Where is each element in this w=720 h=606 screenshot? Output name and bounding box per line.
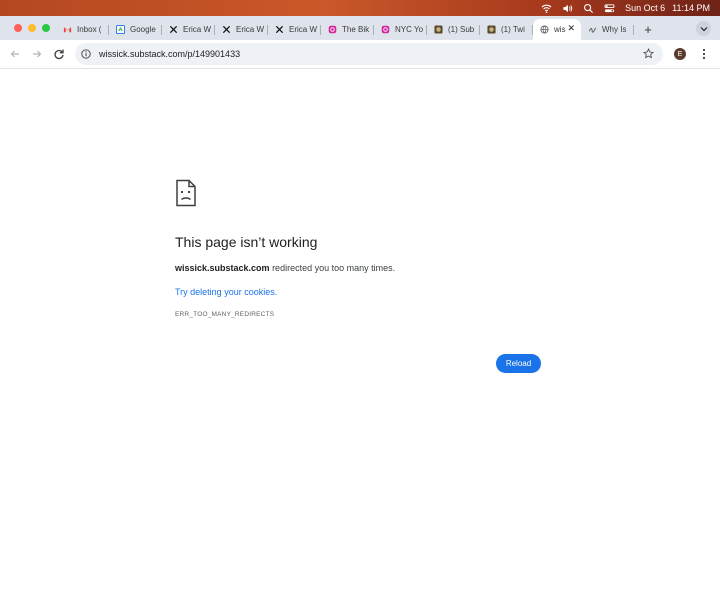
error-code: ERR_TOO_MANY_REDIRECTS xyxy=(175,311,275,318)
close-window-button[interactable] xyxy=(14,24,22,32)
site-info-icon[interactable] xyxy=(81,49,91,59)
menu-bar-date: Sun Oct 6 xyxy=(625,3,666,13)
reload-button[interactable]: Reload xyxy=(496,354,541,373)
error-description: wissick.substack.com redirected you too … xyxy=(175,263,395,273)
browser-menu-button[interactable] xyxy=(699,48,709,60)
menu-bar-clock[interactable]: Sun Oct 6 11:14 PM xyxy=(625,3,710,13)
browser-toolbar: wissick.substack.com/p/149901433 E xyxy=(0,40,720,69)
tab-label: Erica W xyxy=(183,25,211,34)
tab-label: Erica W xyxy=(236,25,264,34)
bookmark-star-icon[interactable] xyxy=(643,48,654,59)
error-host: wissick.substack.com xyxy=(175,263,270,273)
tab-sub[interactable]: (1) Sub xyxy=(427,19,480,40)
tab-erica-2[interactable]: Erica W xyxy=(215,19,268,40)
tab-inbox[interactable]: Inbox ( xyxy=(56,19,109,40)
tab-label: wis xyxy=(554,25,566,34)
menu-bar-time: 11:14 PM xyxy=(672,3,710,13)
back-button[interactable] xyxy=(8,47,22,61)
tab-search-button[interactable] xyxy=(696,21,711,36)
chevron-down-icon xyxy=(700,26,707,31)
control-center-icon[interactable] xyxy=(604,3,615,14)
tab-label: Inbox ( xyxy=(77,25,102,34)
tab-nyc-yo[interactable]: NYC Yo xyxy=(374,19,427,40)
tab-label: (1) Twi xyxy=(501,25,525,34)
tab-the-bik[interactable]: The Bik xyxy=(321,19,374,40)
address-bar[interactable]: wissick.substack.com/p/149901433 xyxy=(75,43,663,65)
tab-wissick-active[interactable]: wis ✕ xyxy=(533,19,581,40)
x-icon xyxy=(169,25,178,34)
minimize-window-button[interactable] xyxy=(28,24,36,32)
address-bar-url: wissick.substack.com/p/149901433 xyxy=(99,49,241,59)
volume-icon[interactable] xyxy=(562,3,573,14)
new-tab-button[interactable]: + xyxy=(638,22,658,37)
tab-list: Inbox ( Google Erica W Erica W Erica W T… xyxy=(56,19,658,40)
error-page: This page isn’t working wissick.substack… xyxy=(0,90,720,606)
tab-label: Erica W xyxy=(289,25,317,34)
gmail-icon xyxy=(63,25,72,34)
close-tab-icon[interactable]: ✕ xyxy=(567,23,575,34)
google-icon xyxy=(116,25,125,34)
tab-erica-3[interactable]: Erica W xyxy=(268,19,321,40)
delete-cookies-link[interactable]: Try deleting your cookies. xyxy=(175,287,277,297)
profile-avatar[interactable]: E xyxy=(674,48,686,60)
window-controls xyxy=(14,24,50,32)
tab-why-is[interactable]: Why Is xyxy=(581,19,634,40)
zoom-window-button[interactable] xyxy=(42,24,50,32)
macos-menu-bar: Sun Oct 6 11:14 PM xyxy=(0,0,720,16)
tab-erica-1[interactable]: Erica W xyxy=(162,19,215,40)
tab-label: The Bik xyxy=(342,25,370,34)
forward-button[interactable] xyxy=(30,47,44,61)
reload-page-button[interactable] xyxy=(52,47,66,61)
refresh-icon xyxy=(54,49,64,60)
sad-document-icon xyxy=(175,179,197,207)
tab-label: Why Is xyxy=(602,25,627,34)
globe-icon xyxy=(540,25,549,34)
tab-label: Google xyxy=(130,25,156,34)
instagram-icon xyxy=(381,25,390,34)
x-icon xyxy=(275,25,284,34)
arrow-right-icon xyxy=(33,50,42,58)
x-icon xyxy=(222,25,231,34)
substack-icon xyxy=(434,25,443,34)
error-title: This page isn’t working xyxy=(175,234,318,250)
tab-google[interactable]: Google xyxy=(109,19,162,40)
wifi-icon[interactable] xyxy=(541,3,552,14)
script-icon xyxy=(588,25,597,34)
browser-tab-strip: Inbox ( Google Erica W Erica W Erica W T… xyxy=(0,16,720,40)
instagram-icon xyxy=(328,25,337,34)
avatar-letter: E xyxy=(677,50,683,58)
tab-label: NYC Yo xyxy=(395,25,424,34)
tab-label: (1) Sub xyxy=(448,25,475,34)
spotlight-search-icon[interactable] xyxy=(583,3,594,14)
substack-icon xyxy=(487,25,496,34)
error-message: redirected you too many times. xyxy=(269,263,396,273)
more-vertical-icon xyxy=(702,48,706,60)
tab-twi[interactable]: (1) Twi xyxy=(480,19,533,40)
menu-bar-status-area: Sun Oct 6 11:14 PM xyxy=(541,0,710,16)
arrow-left-icon xyxy=(10,50,19,58)
